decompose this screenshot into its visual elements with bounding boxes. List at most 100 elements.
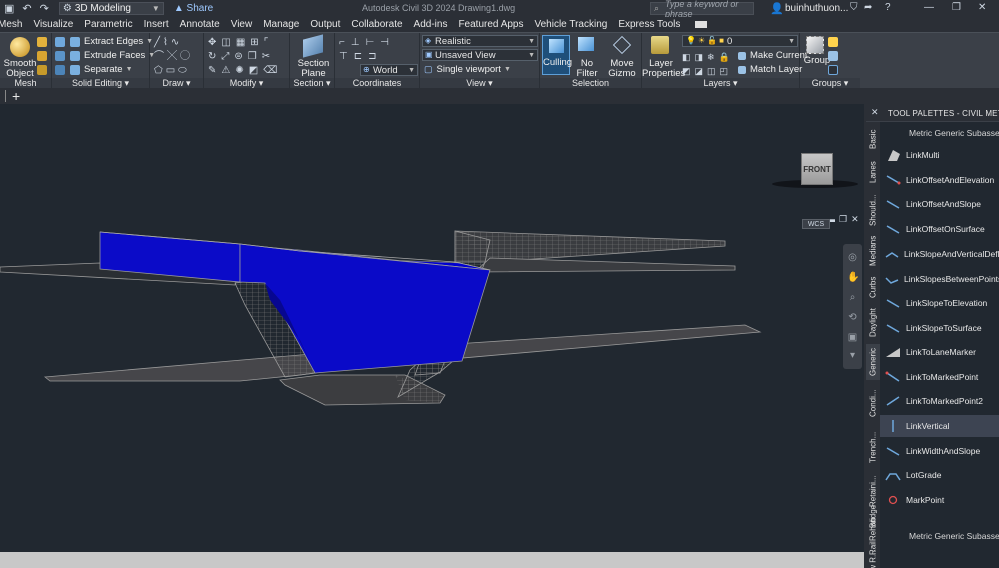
- palette-tab-medians[interactable]: Medians: [866, 232, 880, 270]
- group-edit-icon[interactable]: [828, 51, 838, 61]
- align-icon[interactable]: ⊞: [250, 37, 263, 48]
- steering-wheel-icon[interactable]: ◎: [847, 252, 858, 263]
- palette-tab-trench[interactable]: Trench...: [866, 426, 880, 468]
- group-selection-icon[interactable]: [828, 65, 838, 75]
- username[interactable]: buinhuthuon...: [785, 3, 848, 14]
- ucs-view-icon[interactable]: ⊐: [368, 51, 382, 62]
- horizontal-scrollbar[interactable]: [0, 552, 864, 568]
- fillet-icon[interactable]: ⌜: [264, 37, 274, 48]
- rectangle-icon[interactable]: ▭: [166, 65, 178, 76]
- section-plane-button[interactable]: Section Plane: [292, 59, 335, 79]
- workspace-selector[interactable]: ⚙ 3D Modeling ▼: [58, 2, 164, 15]
- match-layer-button[interactable]: Match Layer: [738, 64, 802, 75]
- layer-off-icon[interactable]: ◨: [695, 52, 708, 62]
- tab-parametric[interactable]: Parametric: [84, 19, 132, 30]
- subtract-icon[interactable]: [55, 51, 65, 61]
- palette-tab-daylight[interactable]: Daylight: [866, 304, 880, 342]
- polyline-icon[interactable]: ⌇: [163, 37, 171, 48]
- layer-unisolate-icon[interactable]: ◫: [707, 66, 720, 76]
- ucs-icon[interactable]: ⌐: [339, 37, 351, 48]
- layer-walk-icon[interactable]: ◪: [695, 66, 708, 76]
- palette-header[interactable]: ✕ TOOL PALETTES - CIVIL METRIC S...: [866, 104, 999, 122]
- palette-item-link-vertical[interactable]: LinkVertical: [880, 415, 999, 437]
- array-icon[interactable]: ▦: [236, 37, 250, 48]
- ellipse-icon[interactable]: ⬭: [178, 65, 190, 76]
- culling-button[interactable]: Culling: [542, 35, 572, 75]
- viewcube[interactable]: FRONT: [801, 153, 833, 185]
- extract-edges-button[interactable]: Extract Edges ▼: [70, 36, 153, 47]
- palette-item-link-offset-slope[interactable]: LinkOffsetAndSlope: [880, 193, 999, 215]
- viewport-controls[interactable]: ▬❐✕: [826, 214, 863, 225]
- circle-icon[interactable]: ◯: [180, 51, 193, 62]
- showmotion-icon[interactable]: ▣: [847, 332, 858, 343]
- tab-vehicle-tracking[interactable]: Vehicle Tracking: [535, 19, 608, 30]
- palette-tab-generic[interactable]: Generic: [866, 344, 880, 380]
- share-arrow-icon[interactable]: ➦: [864, 2, 872, 13]
- palette-tab-basic[interactable]: Basic: [866, 124, 880, 154]
- palette-item-link-lane-marker[interactable]: LinkToLaneMarker: [880, 341, 999, 363]
- close-icon[interactable]: ✕: [978, 2, 986, 13]
- make-current-button[interactable]: Make Current: [738, 50, 808, 61]
- polygon-icon[interactable]: ⬠: [154, 65, 166, 76]
- arc-icon[interactable]: ⌒: [154, 51, 167, 62]
- ucs-origin-icon[interactable]: ⊤: [339, 51, 354, 62]
- mesh-tool-icon[interactable]: [37, 37, 47, 47]
- tab-visualize[interactable]: Visualize: [33, 19, 73, 30]
- palette-item-link-offset-surface[interactable]: LinkOffsetOnSurface: [880, 218, 999, 240]
- rotate-icon[interactable]: ↻: [208, 51, 221, 62]
- ucs-x-icon[interactable]: ⊢: [366, 37, 381, 48]
- mirror-icon[interactable]: ◫: [221, 37, 235, 48]
- separate-button[interactable]: Separate ▼: [70, 64, 133, 75]
- palette-item-link-width-slope[interactable]: LinkWidthAndSlope: [880, 440, 999, 462]
- visual-style-dropdown[interactable]: ◈ Realistic ▼: [422, 35, 538, 47]
- copy-icon[interactable]: ❐: [248, 51, 262, 62]
- xline-icon[interactable]: ╳: [167, 51, 180, 62]
- tab-annotate[interactable]: Annotate: [180, 19, 220, 30]
- mesh-tool-icon[interactable]: [37, 51, 47, 61]
- tab-mesh[interactable]: Mesh: [0, 19, 22, 30]
- pencil-icon[interactable]: ✎: [208, 65, 221, 76]
- wcs-menu[interactable]: WCS: [802, 219, 830, 229]
- zoom-icon[interactable]: ⌕: [847, 292, 858, 303]
- tab-add-ins[interactable]: Add-ins: [414, 19, 448, 30]
- file-tab-toggle[interactable]: [0, 90, 6, 102]
- ucs-z-icon[interactable]: ⊏: [354, 51, 368, 62]
- drawing-viewport[interactable]: ▬❐✕: [0, 104, 864, 552]
- navbar-menu-icon[interactable]: ▾: [847, 350, 858, 361]
- palette-tab-lanes[interactable]: Lanes: [866, 156, 880, 188]
- palette-item-link-slopes-points[interactable]: LinkSlopesBetweenPoints: [880, 268, 999, 290]
- ribbon-options-icon[interactable]: [695, 21, 708, 28]
- trim-icon[interactable]: ✂: [262, 51, 275, 62]
- chamfer-icon[interactable]: ◩: [249, 65, 263, 76]
- save-icon[interactable]: ▣: [4, 2, 14, 15]
- tab-manage[interactable]: Manage: [263, 19, 299, 30]
- layer-dropdown[interactable]: 💡☀🔓■ 0 ▼: [682, 35, 798, 47]
- search-input[interactable]: ⌕ Type a keyword or phrase: [650, 0, 754, 19]
- ucs-3point-icon[interactable]: ⊣: [380, 37, 395, 48]
- pan-icon[interactable]: ✋: [847, 272, 859, 283]
- redo-icon[interactable]: ↷: [40, 2, 49, 15]
- named-view-dropdown[interactable]: ▣ Unsaved View ▼: [422, 49, 538, 61]
- restore-icon[interactable]: ❐: [952, 2, 961, 13]
- palette-item-link-marked-point[interactable]: LinkToMarkedPoint: [880, 366, 999, 388]
- cart-icon[interactable]: ⛉: [850, 2, 858, 13]
- ucs-world-icon[interactable]: ⊥: [351, 37, 366, 48]
- palette-tab-shoulders[interactable]: Should...: [866, 190, 880, 230]
- tab-output[interactable]: Output: [310, 19, 340, 30]
- ucs-dropdown[interactable]: ⊕ World ▼: [360, 64, 418, 76]
- palette-item-lot-grade[interactable]: LotGrade: [880, 464, 999, 486]
- help-icon[interactable]: ?: [885, 2, 891, 13]
- intersect-icon[interactable]: [55, 65, 65, 75]
- line-icon[interactable]: ╱: [154, 37, 163, 48]
- layer-isolate-icon[interactable]: ◧: [682, 52, 695, 62]
- scale-icon[interactable]: ⤢: [221, 51, 234, 62]
- mesh-tool-icon[interactable]: [37, 65, 47, 75]
- layer-previous-icon[interactable]: ◩: [682, 66, 695, 76]
- orbit-icon[interactable]: ⟲: [847, 312, 858, 323]
- ungroup-icon[interactable]: [828, 37, 838, 47]
- palette-item-mark-point[interactable]: MarkPoint: [880, 489, 999, 511]
- offset-icon[interactable]: ⊜: [234, 51, 247, 62]
- user-icon[interactable]: 👤: [770, 2, 784, 15]
- palette-item-link-slope-surface[interactable]: LinkSlopeToSurface: [880, 317, 999, 339]
- warning-icon[interactable]: ⚠: [221, 65, 235, 76]
